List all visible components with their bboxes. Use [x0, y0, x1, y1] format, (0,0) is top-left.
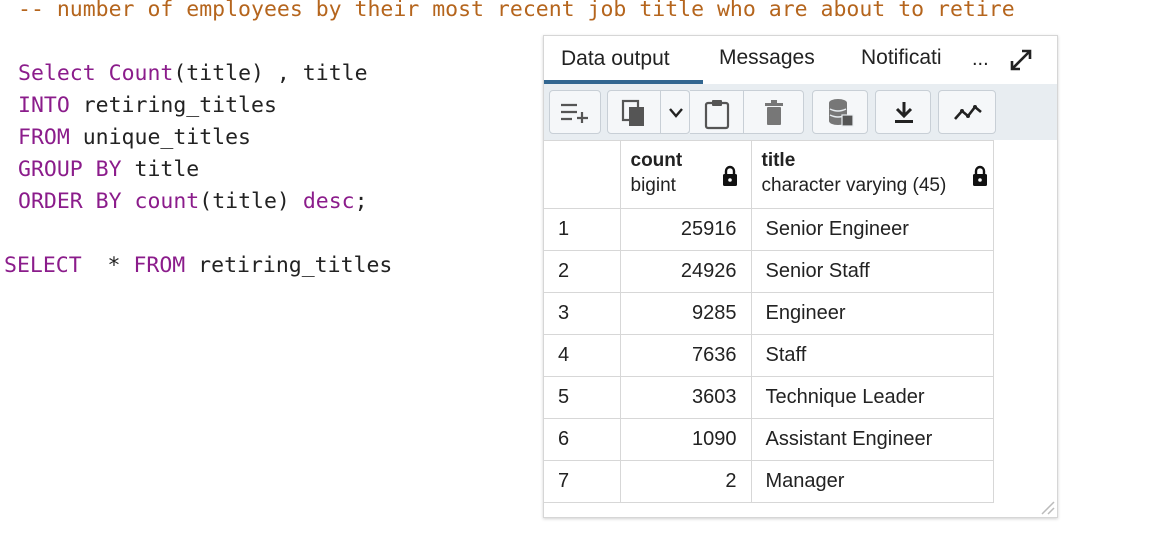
graph-visualiser-button[interactable]: [938, 90, 996, 134]
cell-count[interactable]: 1090: [619, 418, 752, 461]
chevron-down-icon: [669, 108, 683, 118]
cell-count[interactable]: 7636: [619, 334, 752, 377]
clipboard-icon: [704, 100, 730, 130]
sql-text: *: [81, 253, 134, 278]
cell-count[interactable]: 24926: [619, 250, 752, 293]
sql-text: retiring_titles: [185, 253, 393, 278]
cell-title[interactable]: Senior Engineer: [750, 208, 994, 251]
row-number[interactable]: 2: [544, 250, 621, 293]
data-toolbar: [544, 84, 1057, 140]
sql-comment: -- number of employees by their most rec…: [18, 0, 1015, 22]
lock-icon: [722, 165, 737, 186]
cell-count[interactable]: 3603: [619, 376, 752, 419]
row-number[interactable]: 7: [544, 460, 621, 503]
results-panel: Data output Messages Notificati ... coun…: [543, 35, 1058, 518]
tab-data-output[interactable]: Data output: [561, 47, 670, 71]
sql-text: unique_titles: [69, 125, 251, 150]
sql-text: title: [121, 157, 200, 182]
row-number[interactable]: 5: [544, 376, 621, 419]
copy-options-dropdown[interactable]: [660, 90, 690, 134]
column-header-count[interactable]: count bigint: [619, 140, 752, 209]
column-header-title[interactable]: title character varying (45): [750, 140, 994, 209]
cell-title[interactable]: Senior Staff: [750, 250, 994, 293]
row-number-header: [544, 140, 621, 209]
row-number[interactable]: 3: [544, 292, 621, 335]
table-row[interactable]: 2 24926 Senior Staff: [544, 250, 994, 293]
sql-keyword: ORDER BY: [18, 189, 122, 214]
cell-title[interactable]: Staff: [750, 334, 994, 377]
tab-messages[interactable]: Messages: [719, 46, 815, 70]
panel-tabs: Data output Messages Notificati ...: [544, 36, 1057, 84]
download-button[interactable]: [875, 90, 931, 134]
table-row[interactable]: 5 3603 Technique Leader: [544, 376, 994, 419]
cell-title[interactable]: Engineer: [750, 292, 994, 335]
sql-text: (title) , title: [173, 61, 368, 86]
cell-title[interactable]: Assistant Engineer: [750, 418, 994, 461]
database-save-icon: [829, 99, 854, 127]
delete-button[interactable]: [744, 90, 804, 134]
table-row[interactable]: 4 7636 Staff: [544, 334, 994, 377]
row-number[interactable]: 4: [544, 334, 621, 377]
add-row-button[interactable]: [549, 90, 601, 134]
sql-text: ;: [354, 189, 368, 214]
sql-keyword: FROM: [18, 125, 70, 150]
cell-count[interactable]: 25916: [619, 208, 752, 251]
table-row[interactable]: 7 2 Manager: [544, 460, 994, 503]
sql-line-2: INTO retiring_titles: [18, 93, 277, 118]
download-icon: [895, 102, 913, 123]
maximize-icon[interactable]: [1008, 47, 1034, 73]
lock-icon: [972, 165, 987, 186]
line-chart-icon: [954, 105, 982, 120]
copy-icon: [621, 99, 644, 126]
row-number[interactable]: 6: [544, 418, 621, 461]
sql-line-1: Select Count(title) , title: [18, 61, 368, 86]
table-row[interactable]: 6 1090 Assistant Engineer: [544, 418, 994, 461]
cell-count[interactable]: 2: [619, 460, 752, 503]
sql-keyword: GROUP BY: [18, 157, 122, 182]
sql-keyword: desc: [302, 189, 355, 214]
tab-notifications[interactable]: Notificati: [861, 46, 960, 70]
column-name: title: [761, 150, 796, 171]
add-row-icon: [561, 103, 588, 123]
sql-text: (title): [199, 189, 303, 214]
sql-text: retiring_titles: [69, 93, 277, 118]
sql-keyword: Select: [18, 61, 96, 86]
table-row[interactable]: 1 25916 Senior Engineer: [544, 208, 994, 251]
table-header-row: count bigint title character varying (45…: [544, 140, 994, 209]
sql-function: Count: [108, 61, 174, 86]
save-data-button[interactable]: [812, 90, 868, 134]
cell-count[interactable]: 9285: [619, 292, 752, 335]
trash-icon: [765, 100, 783, 125]
results-grid: count bigint title character varying (45…: [544, 140, 994, 503]
sql-line-6: SELECT * FROM retiring_titles: [4, 253, 392, 278]
resize-handle-icon[interactable]: [1039, 499, 1055, 515]
sql-keyword: FROM: [133, 253, 186, 278]
sql-keyword: SELECT: [4, 253, 82, 278]
row-number[interactable]: 1: [544, 208, 621, 251]
paste-button[interactable]: [690, 90, 744, 134]
sql-line-4: GROUP BY title: [18, 157, 199, 182]
sql-function: count: [134, 189, 200, 214]
sql-line-5: ORDER BY count(title) desc;: [18, 189, 368, 214]
copy-button[interactable]: [607, 90, 661, 134]
column-type: character varying (45): [761, 175, 947, 196]
table-row[interactable]: 3 9285 Engineer: [544, 292, 994, 335]
cell-title[interactable]: Technique Leader: [750, 376, 994, 419]
sql-keyword: INTO: [18, 93, 70, 118]
cell-title[interactable]: Manager: [750, 460, 994, 503]
sql-line-3: FROM unique_titles: [18, 125, 251, 150]
more-tabs-button[interactable]: ...: [972, 48, 989, 71]
